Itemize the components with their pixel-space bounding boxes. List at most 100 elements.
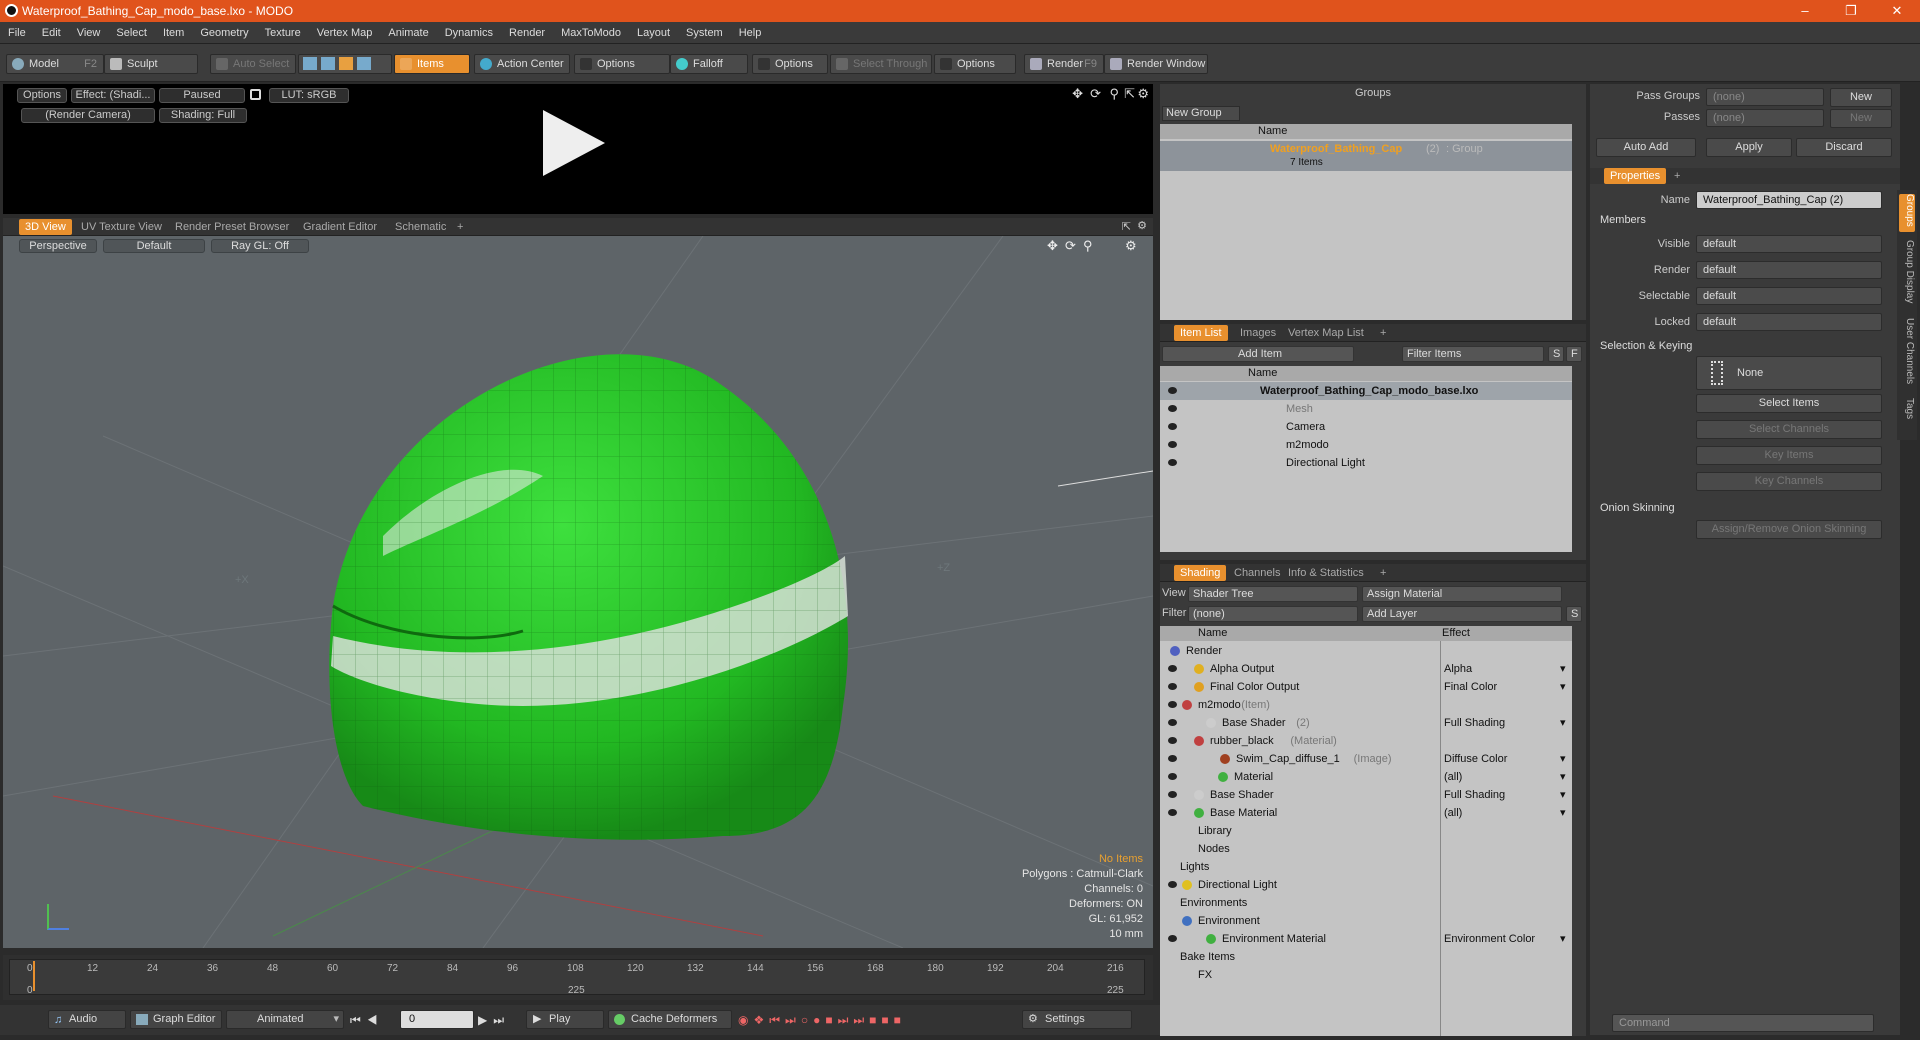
side-tab-user-channels[interactable]: User Channels xyxy=(1899,318,1915,390)
preview-paused-button[interactable]: Paused xyxy=(159,88,245,103)
list-item[interactable]: Mesh xyxy=(1160,400,1572,418)
gear-icon[interactable]: ⚙ xyxy=(1137,219,1147,232)
chevron-down-icon[interactable]: ▾ xyxy=(1560,678,1566,696)
zoom-icon[interactable]: ⚲ xyxy=(1109,86,1119,102)
side-tab-tags[interactable]: Tags xyxy=(1899,398,1915,428)
shading-style-dropdown[interactable]: Default xyxy=(103,239,205,253)
transport-forward-icons[interactable]: ▶⏭ xyxy=(478,1013,510,1028)
tab-vertex-map-list[interactable]: Vertex Map List xyxy=(1282,325,1370,341)
add-tab-button[interactable]: + xyxy=(1374,565,1392,581)
apply-button[interactable]: Apply xyxy=(1706,138,1792,157)
menu-layout[interactable]: Layout xyxy=(629,22,678,44)
add-tab-button[interactable]: + xyxy=(451,219,469,235)
members-section[interactable]: Members xyxy=(1600,214,1646,226)
select-channels-button[interactable]: Select Channels xyxy=(1696,420,1882,439)
side-tab-group-display[interactable]: Group Display xyxy=(1899,240,1915,310)
tab-gradient-editor[interactable]: Gradient Editor xyxy=(297,219,383,235)
rotate-icon[interactable]: ⟳ xyxy=(1090,86,1101,102)
close-icon[interactable]: ✕ xyxy=(1874,0,1920,22)
visibility-eye-icon[interactable] xyxy=(1168,683,1177,690)
add-layer-dropdown[interactable]: Add Layer xyxy=(1362,606,1562,622)
edge-mode-icon[interactable] xyxy=(321,57,335,70)
table-row[interactable]: Final Color Output Final Color ▾ xyxy=(1160,678,1572,696)
sculpt-button[interactable]: Sculpt xyxy=(104,54,198,74)
select-items-button[interactable]: Select Items xyxy=(1696,394,1882,413)
chevron-down-icon[interactable]: ▾ xyxy=(1560,660,1566,678)
render-window-button[interactable]: Render Window xyxy=(1104,54,1208,74)
minimize-icon[interactable]: – xyxy=(1782,0,1828,22)
action-center-button[interactable]: Action Center xyxy=(474,54,570,74)
visibility-eye-icon[interactable] xyxy=(1168,791,1177,798)
move-icon[interactable]: ✥ xyxy=(1047,238,1058,254)
visibility-eye-icon[interactable] xyxy=(1168,387,1177,394)
table-row[interactable]: Nodes xyxy=(1160,840,1572,858)
menu-animate[interactable]: Animate xyxy=(380,22,436,44)
visibility-eye-icon[interactable] xyxy=(1168,935,1177,942)
menu-edit[interactable]: Edit xyxy=(34,22,69,44)
menu-help[interactable]: Help xyxy=(731,22,770,44)
menu-texture[interactable]: Texture xyxy=(257,22,309,44)
add-tab-button[interactable]: + xyxy=(1668,168,1686,184)
shading-dropdown[interactable]: Shading: Full xyxy=(159,108,247,123)
menu-vertex-map[interactable]: Vertex Map xyxy=(309,22,381,44)
tab-properties[interactable]: Properties xyxy=(1604,168,1667,184)
shader-layer-effect[interactable]: Environment Color xyxy=(1444,930,1535,948)
visibility-eye-icon[interactable] xyxy=(1168,459,1177,466)
3d-viewport[interactable]: Perspective Default Ray GL: Off ✥ ⟳ ⚲ ⚙ … xyxy=(3,236,1153,948)
selectable-dropdown[interactable]: default xyxy=(1696,287,1882,305)
chevron-down-icon[interactable]: ▾ xyxy=(1560,786,1566,804)
polygon-mode-icon[interactable] xyxy=(339,57,353,70)
filter-f-button[interactable]: F xyxy=(1566,346,1582,362)
play-icon[interactable] xyxy=(543,110,605,176)
ray-gl-dropdown[interactable]: Ray GL: Off xyxy=(211,239,309,253)
shader-layer-effect[interactable]: (all) xyxy=(1444,768,1462,786)
gear-icon[interactable]: ⚙ xyxy=(1125,238,1137,254)
table-row[interactable]: Environment xyxy=(1160,912,1572,930)
table-row[interactable]: Render xyxy=(1160,642,1572,660)
auto-add-button[interactable]: Auto Add xyxy=(1596,138,1696,157)
key-channels-button[interactable]: Key Channels xyxy=(1696,472,1882,491)
assign-onion-skinning-button[interactable]: Assign/Remove Onion Skinning xyxy=(1696,520,1882,539)
selection-mode-icons[interactable] xyxy=(298,54,392,74)
visibility-eye-icon[interactable] xyxy=(1168,405,1177,412)
shader-layer-effect[interactable]: (all) xyxy=(1444,804,1462,822)
play-button[interactable]: ▶ Play xyxy=(526,1010,604,1029)
visibility-eye-icon[interactable] xyxy=(1168,809,1177,816)
maximize-view-icon[interactable]: ⇱ xyxy=(1124,86,1135,102)
menu-view[interactable]: View xyxy=(69,22,109,44)
table-row[interactable]: Environments xyxy=(1160,894,1572,912)
pass-groups-dropdown[interactable]: (none) xyxy=(1706,88,1824,106)
locked-dropdown[interactable]: default xyxy=(1696,313,1882,331)
lock-icon[interactable] xyxy=(250,89,261,100)
table-row[interactable]: Bake Items xyxy=(1160,948,1572,966)
key-items-button[interactable]: Key Items xyxy=(1696,446,1882,465)
visibility-eye-icon[interactable] xyxy=(1168,737,1177,744)
group-row[interactable]: Waterproof_Bathing_Cap (2) : Group 7 Ite… xyxy=(1160,141,1572,171)
tab-channels[interactable]: Channels xyxy=(1228,565,1286,581)
side-tab-groups[interactable]: Groups xyxy=(1899,194,1915,232)
timeline[interactable]: 0 12 24 36 48 60 72 84 96 108 120 132 144 156 168 180 19… xyxy=(3,955,1153,1000)
tab-3d-view[interactable]: 3D View xyxy=(19,219,72,235)
chevron-down-icon[interactable]: ▾ xyxy=(1560,804,1566,822)
name-input[interactable]: Waterproof_Bathing_Cap (2) xyxy=(1696,191,1882,209)
table-row[interactable]: Base Shader Full Shading ▾ xyxy=(1160,786,1572,804)
move-icon[interactable]: ✥ xyxy=(1072,86,1083,102)
falloff-button[interactable]: Falloff xyxy=(670,54,748,74)
visible-dropdown[interactable]: default xyxy=(1696,235,1882,253)
table-row[interactable]: Directional Light xyxy=(1160,876,1572,894)
shading-s-button[interactable]: S xyxy=(1566,606,1582,622)
animated-dropdown[interactable]: Animated ▾ xyxy=(226,1010,344,1029)
render-button[interactable]: Render F9 xyxy=(1024,54,1104,74)
settings-button[interactable]: ⚙ Settings xyxy=(1022,1010,1132,1029)
new-pass-group-button[interactable]: New xyxy=(1830,88,1892,107)
filter-s-button[interactable]: S xyxy=(1548,346,1564,362)
shader-layer-effect[interactable]: Full Shading xyxy=(1444,714,1505,732)
model-button[interactable]: Model F2 xyxy=(6,54,104,74)
table-row[interactable]: Environment Material Environment Color ▾ xyxy=(1160,930,1572,948)
view-dropdown[interactable]: Shader Tree xyxy=(1188,586,1358,602)
tab-info-statistics[interactable]: Info & Statistics xyxy=(1282,565,1370,581)
visibility-eye-icon[interactable] xyxy=(1168,665,1177,672)
audio-button[interactable]: ♫ Audio xyxy=(48,1010,126,1029)
menu-system[interactable]: System xyxy=(678,22,731,44)
select-through-button[interactable]: Select Through xyxy=(830,54,932,74)
